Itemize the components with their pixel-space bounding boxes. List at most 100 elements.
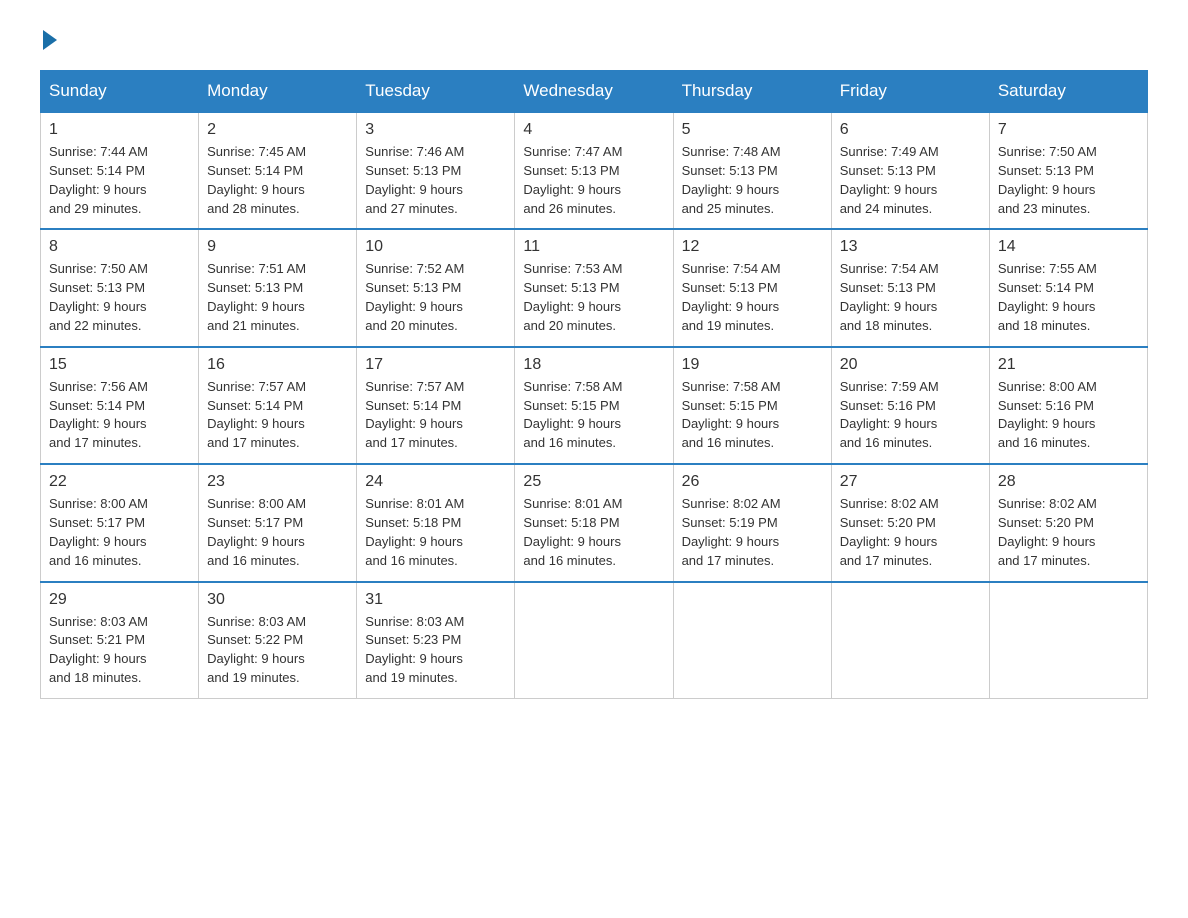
calendar-cell: 24 Sunrise: 8:01 AM Sunset: 5:18 PM Dayl… [357,464,515,581]
calendar-cell: 19 Sunrise: 7:58 AM Sunset: 5:15 PM Dayl… [673,347,831,464]
calendar-cell: 11 Sunrise: 7:53 AM Sunset: 5:13 PM Dayl… [515,229,673,346]
calendar-week-row: 29 Sunrise: 8:03 AM Sunset: 5:21 PM Dayl… [41,582,1148,699]
day-info: Sunrise: 8:03 AM Sunset: 5:22 PM Dayligh… [207,613,348,688]
weekday-header-friday: Friday [831,71,989,113]
calendar-cell: 23 Sunrise: 8:00 AM Sunset: 5:17 PM Dayl… [199,464,357,581]
calendar-cell [673,582,831,699]
day-number: 28 [998,473,1139,491]
day-info: Sunrise: 8:00 AM Sunset: 5:16 PM Dayligh… [998,378,1139,453]
weekday-header-sunday: Sunday [41,71,199,113]
calendar-cell [831,582,989,699]
day-info: Sunrise: 7:47 AM Sunset: 5:13 PM Dayligh… [523,143,664,218]
day-info: Sunrise: 7:48 AM Sunset: 5:13 PM Dayligh… [682,143,823,218]
calendar-header-row: SundayMondayTuesdayWednesdayThursdayFrid… [41,71,1148,113]
day-number: 16 [207,356,348,374]
day-number: 9 [207,238,348,256]
day-info: Sunrise: 8:02 AM Sunset: 5:20 PM Dayligh… [840,495,981,570]
day-number: 17 [365,356,506,374]
weekday-header-tuesday: Tuesday [357,71,515,113]
calendar-cell: 18 Sunrise: 7:58 AM Sunset: 5:15 PM Dayl… [515,347,673,464]
day-number: 14 [998,238,1139,256]
weekday-header-wednesday: Wednesday [515,71,673,113]
day-info: Sunrise: 7:44 AM Sunset: 5:14 PM Dayligh… [49,143,190,218]
day-info: Sunrise: 8:01 AM Sunset: 5:18 PM Dayligh… [365,495,506,570]
calendar-week-row: 1 Sunrise: 7:44 AM Sunset: 5:14 PM Dayli… [41,112,1148,229]
day-info: Sunrise: 7:58 AM Sunset: 5:15 PM Dayligh… [682,378,823,453]
day-info: Sunrise: 8:02 AM Sunset: 5:19 PM Dayligh… [682,495,823,570]
day-number: 24 [365,473,506,491]
day-number: 13 [840,238,981,256]
day-info: Sunrise: 7:52 AM Sunset: 5:13 PM Dayligh… [365,260,506,335]
day-number: 30 [207,591,348,609]
calendar-cell: 31 Sunrise: 8:03 AM Sunset: 5:23 PM Dayl… [357,582,515,699]
calendar-week-row: 8 Sunrise: 7:50 AM Sunset: 5:13 PM Dayli… [41,229,1148,346]
weekday-header-thursday: Thursday [673,71,831,113]
day-info: Sunrise: 8:03 AM Sunset: 5:23 PM Dayligh… [365,613,506,688]
calendar-cell: 27 Sunrise: 8:02 AM Sunset: 5:20 PM Dayl… [831,464,989,581]
calendar-cell: 3 Sunrise: 7:46 AM Sunset: 5:13 PM Dayli… [357,112,515,229]
day-number: 3 [365,121,506,139]
day-number: 11 [523,238,664,256]
weekday-header-saturday: Saturday [989,71,1147,113]
day-number: 7 [998,121,1139,139]
day-info: Sunrise: 7:50 AM Sunset: 5:13 PM Dayligh… [49,260,190,335]
calendar-cell: 14 Sunrise: 7:55 AM Sunset: 5:14 PM Dayl… [989,229,1147,346]
day-info: Sunrise: 8:02 AM Sunset: 5:20 PM Dayligh… [998,495,1139,570]
calendar-week-row: 22 Sunrise: 8:00 AM Sunset: 5:17 PM Dayl… [41,464,1148,581]
calendar-cell: 7 Sunrise: 7:50 AM Sunset: 5:13 PM Dayli… [989,112,1147,229]
day-number: 10 [365,238,506,256]
calendar-cell: 15 Sunrise: 7:56 AM Sunset: 5:14 PM Dayl… [41,347,199,464]
day-info: Sunrise: 7:59 AM Sunset: 5:16 PM Dayligh… [840,378,981,453]
day-info: Sunrise: 8:00 AM Sunset: 5:17 PM Dayligh… [207,495,348,570]
calendar-cell: 16 Sunrise: 7:57 AM Sunset: 5:14 PM Dayl… [199,347,357,464]
calendar-cell: 17 Sunrise: 7:57 AM Sunset: 5:14 PM Dayl… [357,347,515,464]
day-info: Sunrise: 7:50 AM Sunset: 5:13 PM Dayligh… [998,143,1139,218]
calendar-cell: 4 Sunrise: 7:47 AM Sunset: 5:13 PM Dayli… [515,112,673,229]
day-info: Sunrise: 7:45 AM Sunset: 5:14 PM Dayligh… [207,143,348,218]
day-info: Sunrise: 7:53 AM Sunset: 5:13 PM Dayligh… [523,260,664,335]
day-info: Sunrise: 7:46 AM Sunset: 5:13 PM Dayligh… [365,143,506,218]
calendar-cell [989,582,1147,699]
day-number: 12 [682,238,823,256]
calendar-cell: 30 Sunrise: 8:03 AM Sunset: 5:22 PM Dayl… [199,582,357,699]
day-number: 20 [840,356,981,374]
calendar-cell: 25 Sunrise: 8:01 AM Sunset: 5:18 PM Dayl… [515,464,673,581]
day-number: 6 [840,121,981,139]
calendar-cell: 5 Sunrise: 7:48 AM Sunset: 5:13 PM Dayli… [673,112,831,229]
day-number: 25 [523,473,664,491]
day-number: 4 [523,121,664,139]
day-number: 5 [682,121,823,139]
day-number: 1 [49,121,190,139]
calendar-cell: 22 Sunrise: 8:00 AM Sunset: 5:17 PM Dayl… [41,464,199,581]
day-number: 21 [998,356,1139,374]
day-info: Sunrise: 7:54 AM Sunset: 5:13 PM Dayligh… [840,260,981,335]
day-info: Sunrise: 7:49 AM Sunset: 5:13 PM Dayligh… [840,143,981,218]
calendar-cell: 26 Sunrise: 8:02 AM Sunset: 5:19 PM Dayl… [673,464,831,581]
day-number: 2 [207,121,348,139]
calendar-cell: 6 Sunrise: 7:49 AM Sunset: 5:13 PM Dayli… [831,112,989,229]
day-number: 26 [682,473,823,491]
calendar-cell: 13 Sunrise: 7:54 AM Sunset: 5:13 PM Dayl… [831,229,989,346]
logo [40,30,60,50]
page-header [40,30,1148,50]
calendar-cell: 12 Sunrise: 7:54 AM Sunset: 5:13 PM Dayl… [673,229,831,346]
day-number: 18 [523,356,664,374]
day-info: Sunrise: 7:57 AM Sunset: 5:14 PM Dayligh… [365,378,506,453]
calendar-week-row: 15 Sunrise: 7:56 AM Sunset: 5:14 PM Dayl… [41,347,1148,464]
day-number: 27 [840,473,981,491]
day-number: 19 [682,356,823,374]
day-info: Sunrise: 7:56 AM Sunset: 5:14 PM Dayligh… [49,378,190,453]
logo-arrow-icon [43,30,57,50]
day-number: 29 [49,591,190,609]
calendar-cell: 20 Sunrise: 7:59 AM Sunset: 5:16 PM Dayl… [831,347,989,464]
day-info: Sunrise: 7:58 AM Sunset: 5:15 PM Dayligh… [523,378,664,453]
calendar-cell: 28 Sunrise: 8:02 AM Sunset: 5:20 PM Dayl… [989,464,1147,581]
calendar-cell: 1 Sunrise: 7:44 AM Sunset: 5:14 PM Dayli… [41,112,199,229]
calendar-cell: 9 Sunrise: 7:51 AM Sunset: 5:13 PM Dayli… [199,229,357,346]
day-number: 15 [49,356,190,374]
weekday-header-monday: Monday [199,71,357,113]
day-info: Sunrise: 8:00 AM Sunset: 5:17 PM Dayligh… [49,495,190,570]
calendar-cell: 8 Sunrise: 7:50 AM Sunset: 5:13 PM Dayli… [41,229,199,346]
calendar-table: SundayMondayTuesdayWednesdayThursdayFrid… [40,70,1148,699]
calendar-cell: 29 Sunrise: 8:03 AM Sunset: 5:21 PM Dayl… [41,582,199,699]
